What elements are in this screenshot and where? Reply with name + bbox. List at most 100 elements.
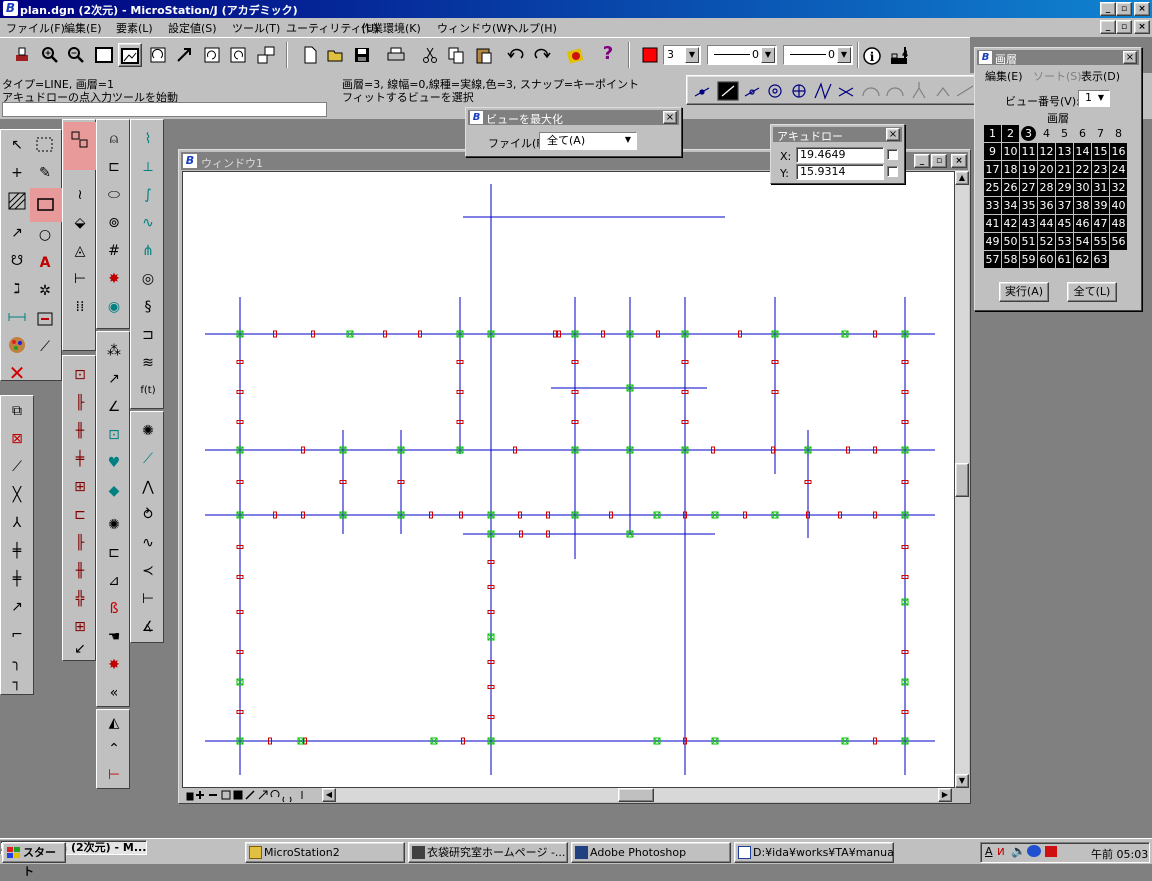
place-block-icon[interactable] [30,188,62,222]
level-20-cell[interactable]: 20 [1038,161,1055,178]
level-52-cell[interactable]: 52 [1038,233,1055,250]
crosshatch-icon[interactable]: ⊏ [101,154,127,180]
level-19-cell[interactable]: 19 [1020,161,1037,178]
menu-settings[interactable]: 設定値(S) [168,20,217,36]
close-button[interactable]: × [1134,2,1150,16]
level-57-cell[interactable]: 57 [984,251,1001,268]
menu-help[interactable]: ヘルプ(H) [507,20,557,36]
dim-location-icon[interactable]: ╫ [67,418,93,444]
task-microstation2[interactable]: MicroStation2 [245,842,405,863]
line-icon[interactable]: ⟋ [4,454,30,480]
level-58-cell[interactable]: 58 [1002,251,1019,268]
level-5-cell[interactable]: 5 [1056,125,1073,142]
trim-icon[interactable]: ⌐ [4,622,30,648]
parallel-light-icon[interactable]: ╪ [4,566,30,592]
linear-pattern-icon[interactable]: ⊚ [101,210,127,236]
arrow-left-icon[interactable]: ≺ [135,558,161,584]
hatch-icon[interactable]: ⍝ [101,126,127,152]
level-40-cell[interactable]: 40 [1110,197,1127,214]
cross-icon[interactable]: ╳ [4,482,30,508]
levels-close-button[interactable]: × [1123,51,1137,64]
app-tray-icon[interactable] [1045,846,1057,857]
menu-window[interactable]: ウィンドウ(W) [437,20,511,36]
angle-icon[interactable]: ∡ [135,614,161,640]
chamfer-icon[interactable]: ⅄ [4,510,30,536]
line-weight-select[interactable]: 0 ▼ [783,45,853,65]
task-homepage[interactable]: 衣袋研究室ホームページ -... [408,842,568,863]
save-icon[interactable] [350,43,374,67]
info-icon[interactable]: i [860,43,884,67]
undo-icon[interactable] [504,43,528,67]
grid-icon[interactable]: # [101,238,127,264]
place-circle-icon[interactable]: ○ [32,222,58,248]
extend-icon[interactable]: ↗ [4,594,30,620]
level-12-cell[interactable]: 12 [1038,143,1055,160]
squiggle-icon[interactable]: ⥁ [135,502,161,528]
level-17-cell[interactable]: 17 [984,161,1001,178]
level-49-cell[interactable]: 49 [984,233,1001,250]
level-46-cell[interactable]: 46 [1074,215,1091,232]
level-6-cell[interactable]: 6 [1074,125,1091,142]
window-area-icon[interactable] [92,43,116,67]
menu-edit[interactable]: 編集(E) [64,20,102,36]
start-button[interactable]: スタート [2,842,66,878]
tentative-point-icon[interactable]: ✎ [32,160,58,186]
view-minimize-button[interactable]: _ [914,154,930,168]
shade-icon[interactable]: ◭ [101,710,127,736]
level-63-cell[interactable]: 63 [1092,251,1109,268]
delete-vertex-icon[interactable]: ⊠ [4,426,30,452]
redo-icon[interactable] [530,43,554,67]
level-8-cell[interactable]: 8 [1110,125,1127,142]
place-line-icon[interactable]: ↗ [4,220,30,246]
level-25-cell[interactable]: 25 [984,179,1001,196]
menu-element[interactable]: 要素(L) [116,20,153,36]
level-9-cell[interactable]: 9 [984,143,1001,160]
level-2-cell[interactable]: 2 [1002,125,1019,142]
double-chevron-icon[interactable]: ⋀ [135,474,161,500]
parallel-icon[interactable]: ╪ [4,538,30,564]
delete-element-icon[interactable]: ✕ [4,360,30,386]
level-43-cell[interactable]: 43 [1020,215,1037,232]
level-18-cell[interactable]: 18 [1002,161,1019,178]
network-icon[interactable]: ⋔ [135,238,161,264]
dim-diameter-icon[interactable]: ╟ [67,530,93,556]
delete-pattern-icon[interactable]: ✸ [101,266,127,292]
corner-icon[interactable]: ┐ [4,670,30,696]
spiral-icon[interactable]: ◎ [135,266,161,292]
drawing-canvas[interactable] [182,171,955,788]
level-13-cell[interactable]: 13 [1056,143,1073,160]
level-15-cell[interactable]: 15 [1092,143,1109,160]
chevrons-icon[interactable]: « [101,680,127,706]
menu-file[interactable]: ファイル(F) [6,20,65,36]
level-50-cell[interactable]: 50 [1002,233,1019,250]
menu-tools[interactable]: ツール(T) [232,20,280,36]
level-34-cell[interactable]: 34 [1002,197,1019,214]
print-icon[interactable] [384,43,408,67]
cut-icon[interactable] [418,43,442,67]
zoom-out-icon[interactable] [64,43,88,67]
rotate-view-icon[interactable] [146,43,170,67]
dim-angle-icon[interactable]: ⊞ [67,474,93,500]
line-style-select[interactable]: 0 ▼ [707,45,777,65]
paste-icon[interactable] [472,43,496,67]
bracket-t-icon[interactable]: ⊢ [135,586,161,612]
keyin-field[interactable] [2,102,327,117]
level-62-cell[interactable]: 62 [1074,251,1091,268]
dots-icon[interactable]: ⁞⁞ [67,294,93,320]
level-47-cell[interactable]: 47 [1092,215,1109,232]
text-b-icon[interactable]: ß [101,596,127,622]
level-lock-icon[interactable]: 4 [888,43,912,67]
color-select[interactable]: 3 ▼ [663,45,701,65]
scroll-right-icon[interactable]: ▶ [938,788,952,802]
task-manual[interactable]: D:¥ida¥works¥TA¥manual... [734,842,894,863]
level-60-cell[interactable]: 60 [1038,251,1055,268]
level-31-cell[interactable]: 31 [1092,179,1109,196]
x-icon[interactable]: ✸ [101,652,127,678]
modify-icon[interactable] [32,306,58,332]
level-24-cell[interactable]: 24 [1110,161,1127,178]
triangle-icon[interactable]: ◬ [67,238,93,264]
place-cell-icon[interactable]: ☋ [4,248,30,274]
pan-view-icon[interactable] [172,43,196,67]
level-42-cell[interactable]: 42 [1002,215,1019,232]
fill-pattern-icon[interactable] [4,188,30,214]
